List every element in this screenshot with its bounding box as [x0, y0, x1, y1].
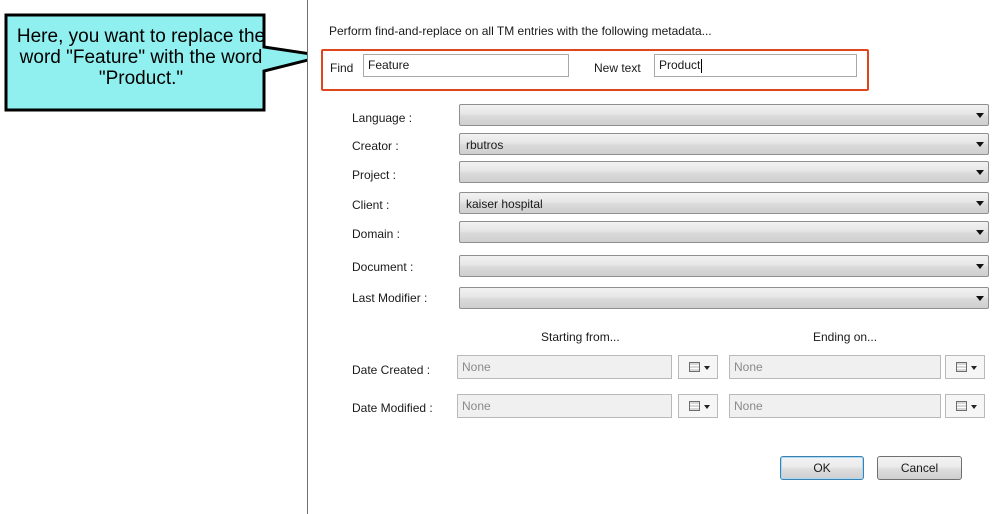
domain-dropdown[interactable]: [459, 221, 989, 243]
last-modifier-dropdown[interactable]: [459, 287, 989, 309]
cancel-button[interactable]: Cancel: [877, 456, 962, 480]
date-created-start-value: None: [462, 360, 491, 374]
chevron-down-icon: [971, 366, 977, 370]
new-text-label: New text: [594, 61, 641, 75]
language-label: Language :: [352, 111, 413, 125]
domain-label: Domain :: [352, 227, 401, 241]
new-text-input[interactable]: Product: [654, 54, 857, 77]
chevron-down-icon: [976, 230, 984, 235]
date-created-end-value: None: [734, 360, 763, 374]
calendar-icon: [956, 362, 967, 372]
callout-text: Here, you want to replace the word "Feat…: [16, 26, 266, 89]
date-created-start-input[interactable]: None: [457, 355, 672, 379]
intro-text: Perform find-and-replace on all TM entri…: [329, 24, 712, 38]
text-caret: [701, 58, 703, 73]
chevron-down-icon: [976, 296, 984, 301]
chevron-down-icon: [704, 405, 710, 409]
client-label: Client :: [352, 198, 390, 212]
date-created-end-calendar-button[interactable]: [945, 355, 985, 379]
creator-value: rbutros: [466, 138, 504, 152]
calendar-icon: [689, 362, 700, 372]
document-label: Document :: [352, 260, 414, 274]
date-modified-end-input[interactable]: None: [729, 394, 941, 418]
date-modified-label: Date Modified :: [352, 401, 433, 415]
creator-label: Creator :: [352, 139, 399, 153]
language-dropdown[interactable]: [459, 104, 989, 126]
date-modified-end-calendar-button[interactable]: [945, 394, 985, 418]
client-value: kaiser hospital: [466, 197, 543, 211]
last-modifier-label: Last Modifier :: [352, 291, 428, 305]
chevron-down-icon: [971, 405, 977, 409]
find-label: Find: [330, 61, 354, 75]
chevron-down-icon: [976, 264, 984, 269]
date-modified-end-value: None: [734, 399, 763, 413]
project-label: Project :: [352, 168, 397, 182]
date-created-label: Date Created :: [352, 363, 431, 377]
chevron-down-icon: [976, 142, 984, 147]
project-dropdown[interactable]: [459, 161, 989, 183]
ending-on-header: Ending on...: [813, 330, 878, 344]
date-created-start-calendar-button[interactable]: [678, 355, 718, 379]
document-dropdown[interactable]: [459, 255, 989, 277]
calendar-icon: [956, 401, 967, 411]
calendar-icon: [689, 401, 700, 411]
chevron-down-icon: [976, 113, 984, 118]
creator-dropdown[interactable]: rbutros: [459, 133, 989, 155]
date-modified-start-calendar-button[interactable]: [678, 394, 718, 418]
chevron-down-icon: [976, 201, 984, 206]
ok-button[interactable]: OK: [780, 456, 864, 480]
date-modified-start-value: None: [462, 399, 491, 413]
find-input-value: Feature: [368, 58, 410, 72]
date-modified-start-input[interactable]: None: [457, 394, 672, 418]
chevron-down-icon: [704, 366, 710, 370]
date-created-end-input[interactable]: None: [729, 355, 941, 379]
chevron-down-icon: [976, 170, 984, 175]
new-text-input-value: Product: [659, 58, 701, 72]
client-dropdown[interactable]: kaiser hospital: [459, 192, 989, 214]
starting-from-header: Starting from...: [541, 330, 620, 344]
find-input[interactable]: Feature: [363, 54, 569, 77]
